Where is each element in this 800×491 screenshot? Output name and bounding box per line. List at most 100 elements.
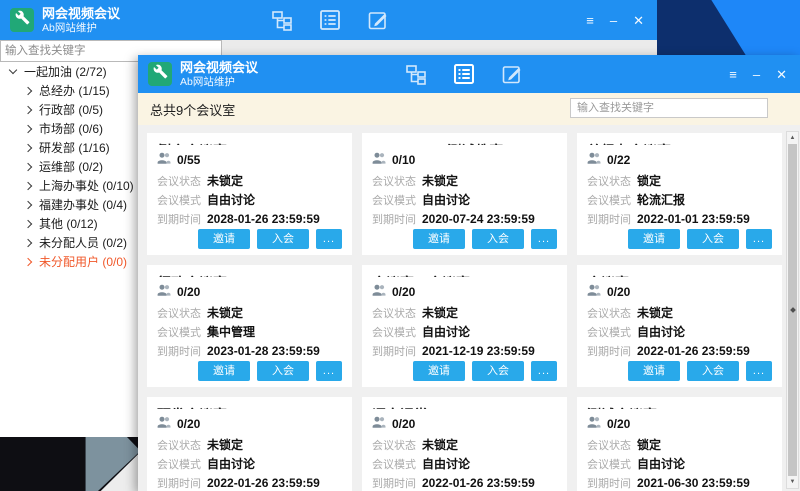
- scrollbar-thumb[interactable]: [788, 144, 797, 476]
- room-title: 研发会议室: [157, 405, 342, 409]
- status-label: 会议状态: [587, 437, 637, 455]
- expire-value: 2022-01-01 23:59:59: [637, 210, 750, 228]
- participants-icon: [372, 151, 386, 169]
- participant-count: 0/20: [607, 285, 630, 299]
- chevron-icon[interactable]: [24, 124, 32, 132]
- meeting-room-card: 会议室8 0/20 会议状态 未锁定 会议模式 自由讨论 到期时间 2022-0…: [577, 265, 782, 387]
- chevron-icon[interactable]: [24, 181, 32, 189]
- chevron-icon[interactable]: [24, 257, 32, 265]
- desktop-wallpaper-bottom-left: [0, 437, 138, 491]
- participants-icon: [587, 151, 601, 169]
- invite-button[interactable]: 邀请: [413, 229, 465, 249]
- chevron-icon[interactable]: [9, 66, 17, 74]
- more-button[interactable]: ...: [746, 229, 772, 249]
- mode-label: 会议模式: [372, 324, 422, 342]
- join-button[interactable]: 入会: [687, 361, 739, 381]
- bg-titlebar: 网会视频会议 Ab网站维护 ≡ – ✕: [0, 0, 657, 40]
- join-button[interactable]: 入会: [257, 229, 309, 249]
- list-icon[interactable]: [452, 62, 476, 86]
- invite-button[interactable]: 邀请: [628, 361, 680, 381]
- menu-icon[interactable]: ≡: [586, 14, 594, 27]
- tree-item-label: 未分配人员 (0/2): [39, 234, 127, 251]
- invite-button[interactable]: 邀请: [198, 361, 250, 381]
- minimize-icon[interactable]: –: [610, 14, 617, 27]
- invite-button[interactable]: 邀请: [413, 361, 465, 381]
- meeting-room-card: 行政会议室 0/20 会议状态 未锁定 会议模式 集中管理 到期时间 2023-…: [147, 265, 352, 387]
- more-button[interactable]: ...: [531, 229, 557, 249]
- app-title: 网会视频会议: [180, 61, 258, 74]
- chevron-icon[interactable]: [24, 238, 32, 246]
- org-chart-icon[interactable]: [404, 62, 428, 86]
- join-button[interactable]: 入会: [472, 361, 524, 381]
- expire-value: 2028-01-26 23:59:59: [207, 210, 320, 228]
- room-grid: 例会会议室 0/55 会议状态 未锁定 会议模式 自由讨论 到期时间 2028-…: [147, 133, 774, 491]
- more-button[interactable]: ...: [531, 361, 557, 381]
- mode-label: 会议模式: [157, 324, 207, 342]
- status-label: 会议状态: [157, 305, 207, 323]
- menu-icon[interactable]: ≡: [729, 68, 737, 81]
- scroll-up-icon[interactable]: ▲: [787, 133, 798, 143]
- invite-button[interactable]: 邀请: [628, 229, 680, 249]
- meeting-room-card: Test Room 测试教室 0/10 会议状态 未锁定 会议模式 自由讨论 到…: [362, 133, 567, 255]
- room-title: 测试会议室8: [587, 405, 772, 409]
- room-title: 会议室8: [587, 273, 772, 277]
- vertical-scrollbar[interactable]: ▲ ▼: [786, 131, 799, 489]
- mode-value: 自由讨论: [422, 455, 470, 473]
- join-button[interactable]: 入会: [472, 229, 524, 249]
- more-button[interactable]: ...: [316, 229, 342, 249]
- mode-value: 自由讨论: [207, 455, 255, 473]
- room-title: 行政会议室: [157, 273, 342, 277]
- expire-label: 到期时间: [587, 475, 637, 491]
- join-button[interactable]: 入会: [257, 361, 309, 381]
- more-button[interactable]: ...: [316, 361, 342, 381]
- more-button[interactable]: ...: [746, 361, 772, 381]
- status-value: 锁定: [637, 172, 661, 190]
- participant-count: 0/20: [177, 285, 200, 299]
- chevron-icon[interactable]: [24, 200, 32, 208]
- org-chart-icon[interactable]: [270, 8, 294, 32]
- desktop-wallpaper-top-right: [657, 0, 800, 55]
- app-subtitle: Ab网站维护: [42, 23, 120, 34]
- room-search-input[interactable]: [570, 98, 768, 118]
- scroll-down-icon[interactable]: ▼: [787, 477, 798, 487]
- minimize-icon[interactable]: –: [753, 68, 760, 81]
- meeting-room-card: 会议室三会议室123141324141三会... 0/20 会议状态 未锁定 会…: [362, 265, 567, 387]
- expire-value: 2021-12-19 23:59:59: [422, 342, 535, 360]
- tree-item-label: 福建办事处 (0/4): [39, 196, 127, 213]
- status-label: 会议状态: [157, 173, 207, 191]
- participant-count: 0/22: [607, 153, 630, 167]
- invite-button[interactable]: 邀请: [198, 229, 250, 249]
- participants-icon: [157, 151, 171, 169]
- participant-count: 0/20: [392, 285, 415, 299]
- expire-value: 2022-01-26 23:59:59: [422, 474, 535, 491]
- chevron-icon[interactable]: [24, 162, 32, 170]
- join-button[interactable]: 入会: [687, 229, 739, 249]
- edit-icon[interactable]: [500, 62, 524, 86]
- expire-label: 到期时间: [157, 211, 207, 229]
- expire-value: 2020-07-24 23:59:59: [422, 210, 535, 228]
- chevron-icon[interactable]: [24, 143, 32, 151]
- mode-label: 会议模式: [157, 192, 207, 210]
- chevron-icon[interactable]: [24, 86, 32, 94]
- status-value: 未锁定: [422, 436, 458, 454]
- chevron-icon[interactable]: [24, 219, 32, 227]
- close-icon[interactable]: ✕: [633, 14, 644, 27]
- app-subtitle: Ab网站维护: [180, 77, 258, 88]
- close-icon[interactable]: ✕: [776, 68, 787, 81]
- status-label: 会议状态: [587, 305, 637, 323]
- status-value: 锁定: [637, 436, 661, 454]
- participants-icon: [157, 415, 171, 433]
- status-label: 会议状态: [372, 305, 422, 323]
- expire-label: 到期时间: [157, 475, 207, 491]
- chevron-icon[interactable]: [24, 105, 32, 113]
- participants-icon: [372, 415, 386, 433]
- tree-item-label: 市场部 (0/6): [39, 120, 103, 137]
- app-title: 网会视频会议: [42, 7, 120, 20]
- mode-value: 自由讨论: [207, 191, 255, 209]
- edit-icon[interactable]: [366, 8, 390, 32]
- participant-count: 0/10: [392, 153, 415, 167]
- expire-label: 到期时间: [372, 211, 422, 229]
- app-logo: [148, 62, 172, 86]
- list-icon[interactable]: [318, 8, 342, 32]
- participants-icon: [157, 283, 171, 301]
